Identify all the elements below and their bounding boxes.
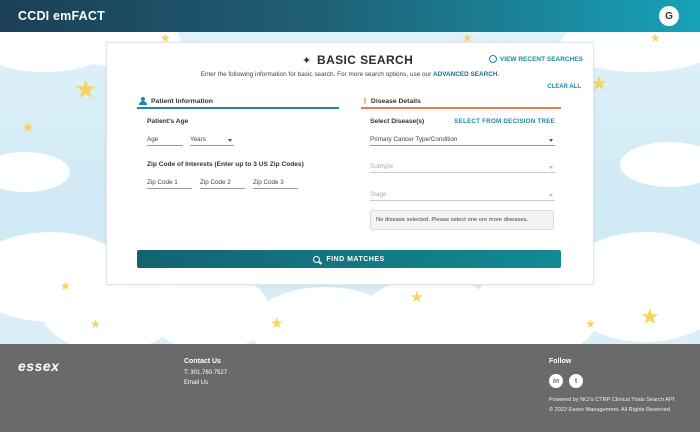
- intro-text: Enter the following information for basi…: [200, 71, 500, 78]
- footer: essex Contact Us T: 301.760.7527 Email U…: [0, 344, 700, 432]
- star-icon: ★: [60, 279, 71, 293]
- zip-codes-label: Zip Code of Interests (Enter up to 3 US …: [147, 161, 304, 168]
- magic-wand-icon: ✦: [302, 55, 312, 67]
- select-diseases-label: Select Disease(s): [370, 118, 425, 125]
- copyright-text: © 2022 Essex Management. All Rights Rese…: [549, 407, 671, 413]
- contact-phone: T: 301.760.7527: [184, 370, 228, 376]
- contact-title: Contact Us: [184, 358, 221, 365]
- star-icon: ★: [640, 304, 660, 329]
- disease-details-header: ⌇ Disease Details: [363, 96, 421, 106]
- no-disease-message: No disease selected. Please select one o…: [370, 210, 554, 230]
- follow-title: Follow: [549, 358, 572, 365]
- primary-cancer-select[interactable]: Primary Cancer Type/Condition: [370, 134, 555, 146]
- basic-search-card: ✦ BASIC SEARCH VIEW RECENT SEARCHES Ente…: [106, 42, 594, 285]
- person-icon: [139, 97, 147, 105]
- star-icon: ★: [74, 74, 98, 104]
- clock-icon: [488, 55, 497, 63]
- contact-email-link[interactable]: Email Us: [184, 380, 208, 386]
- find-matches-button[interactable]: FIND MATCHES: [137, 250, 561, 268]
- star-icon: ★: [650, 32, 661, 45]
- age-unit-select[interactable]: Years: [190, 134, 234, 146]
- zip-code-1-input[interactable]: Zip Code 1: [147, 177, 192, 189]
- clear-all-button[interactable]: CLEAR ALL: [547, 84, 581, 90]
- view-recent-searches-link[interactable]: VIEW RECENT SEARCHES: [488, 55, 583, 63]
- find-matches-label: FIND MATCHES: [326, 255, 385, 263]
- star-icon: ★: [270, 315, 284, 332]
- powered-by-text: Powered by NCI's CTRP Clinical Trials Se…: [549, 397, 675, 403]
- zip-code-3-input[interactable]: Zip Code 3: [253, 177, 298, 189]
- age-input[interactable]: Age: [147, 134, 183, 146]
- patient-divider: [137, 107, 339, 109]
- subtype-select[interactable]: Subtype: [370, 161, 555, 173]
- star-icon: ★: [585, 317, 596, 331]
- disease-divider: [361, 107, 561, 109]
- star-icon: ★: [90, 317, 101, 331]
- star-icon: ★: [22, 119, 35, 135]
- star-icon: ★: [410, 289, 424, 306]
- stage-select[interactable]: Stage: [370, 189, 555, 201]
- view-recent-searches-label: VIEW RECENT SEARCHES: [499, 55, 583, 63]
- search-icon: [313, 255, 321, 263]
- advanced-search-link[interactable]: ADVANCED SEARCH: [433, 71, 498, 78]
- decision-tree-link[interactable]: SELECT FROM DECISION TREE: [454, 118, 555, 125]
- page-title: BASIC SEARCH: [317, 53, 414, 67]
- patient-info-header: Patient Information: [139, 95, 213, 107]
- essex-logo[interactable]: essex: [18, 358, 59, 374]
- top-bar: CCDI emFACT G: [0, 0, 700, 32]
- patients-age-label: Patient's Age: [147, 118, 189, 125]
- user-avatar[interactable]: G: [659, 6, 679, 26]
- zip-code-2-input[interactable]: Zip Code 2: [200, 177, 245, 189]
- ribbon-icon: ⌇: [363, 96, 367, 106]
- app-title[interactable]: CCDI emFACT: [18, 9, 105, 23]
- linkedin-icon[interactable]: in: [549, 374, 563, 388]
- twitter-icon[interactable]: t: [569, 374, 583, 388]
